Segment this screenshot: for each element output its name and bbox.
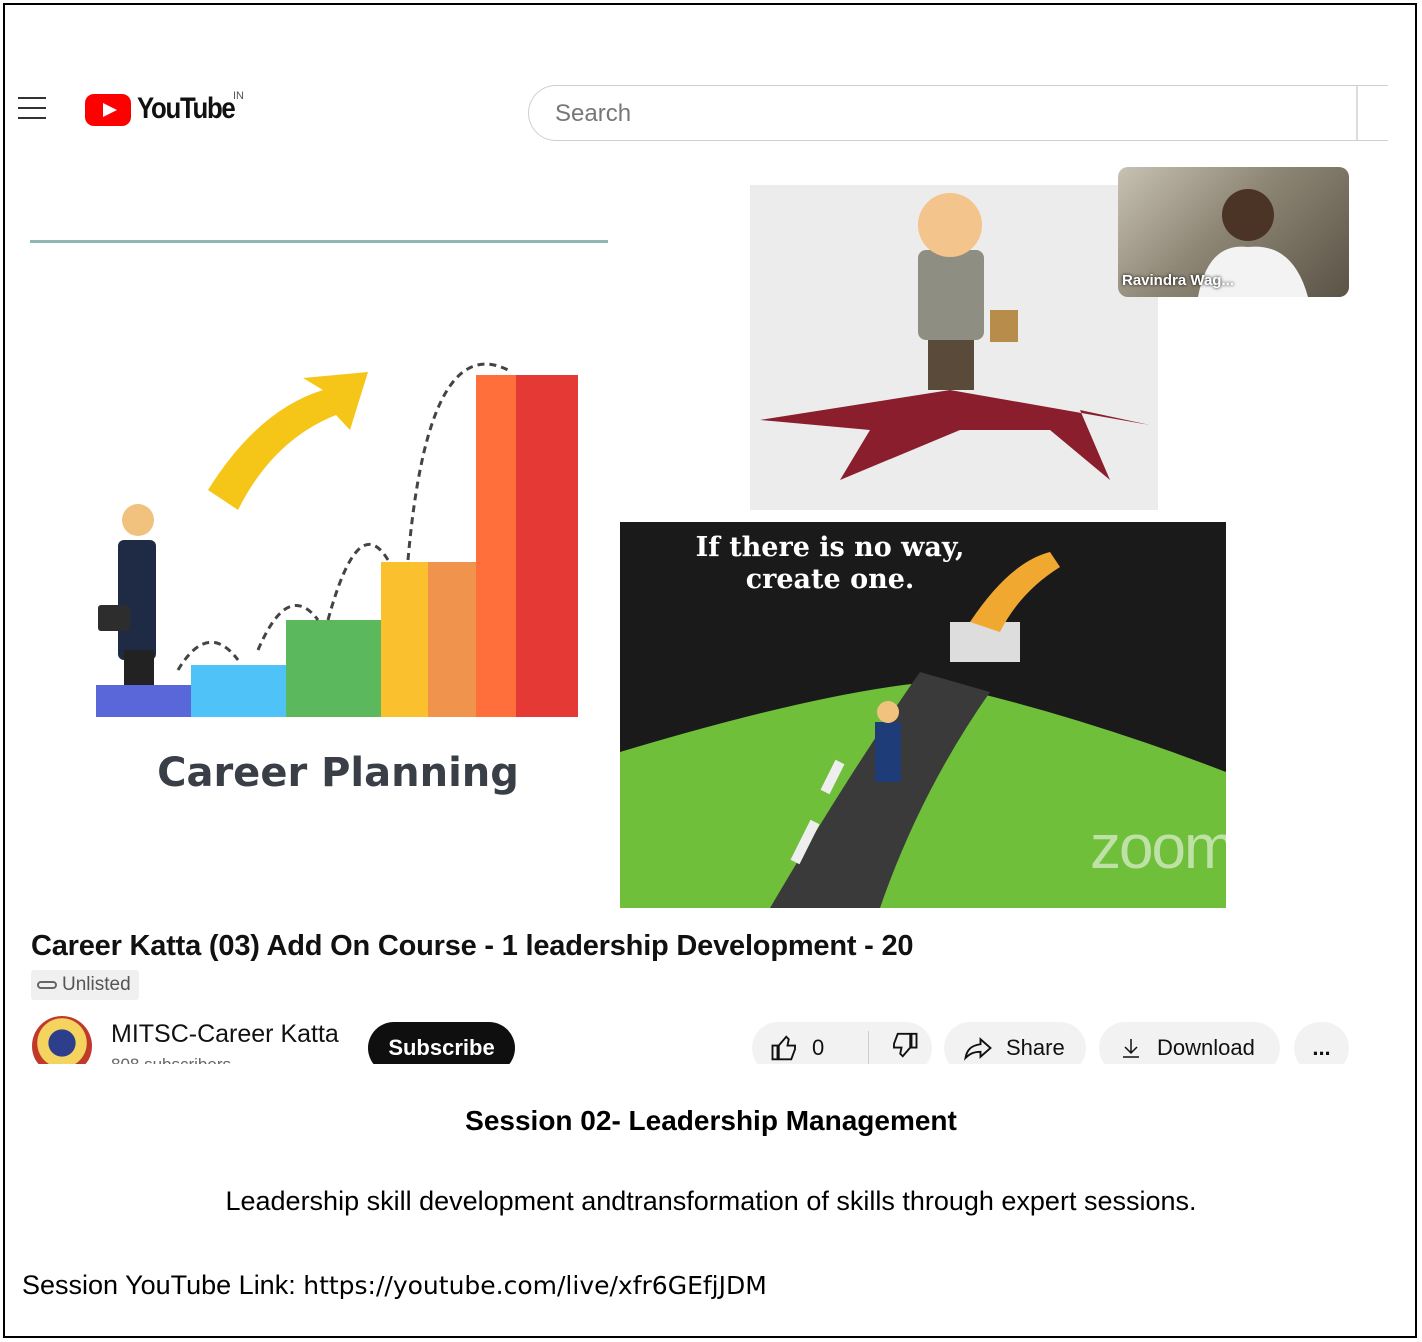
unlisted-badge: Unlisted [31, 970, 139, 1000]
zoom-watermark: zoom [1090, 813, 1226, 882]
step-5-front [476, 375, 516, 717]
share-label: Share [1006, 1035, 1065, 1060]
slide-rule [30, 240, 608, 243]
session-description: Leadership skill development andtransfor… [225, 1186, 1197, 1216]
thumbs-up-icon [771, 1035, 796, 1061]
session-link-label: Session YouTube Link: [22, 1270, 304, 1300]
quote-text: If there is no way, create one. [620, 532, 1040, 596]
crop-edge [18, 1064, 1388, 1082]
search-input[interactable] [553, 98, 1337, 130]
session-title: Session 02- Leadership Management [465, 1105, 957, 1136]
man-head [122, 504, 154, 536]
participant-name: Ravindra Wag... [1122, 272, 1234, 289]
quote-panel: If there is no way, create one. zoom [620, 522, 1226, 908]
search-divider [1356, 86, 1358, 140]
thumbs-down-icon [893, 1032, 918, 1058]
briefcase [990, 310, 1018, 342]
briefcase [98, 605, 130, 631]
career-planning-illustration [96, 362, 578, 717]
quote-line-1: If there is no way, [695, 532, 965, 563]
share-arrow-icon [964, 1037, 992, 1061]
yellow-arrow [208, 372, 368, 510]
link-icon [37, 981, 57, 989]
man-torso [918, 250, 984, 340]
menu-icon[interactable] [18, 97, 46, 121]
download-icon [1123, 1039, 1139, 1058]
participant-video[interactable]: Ravindra Wag... [1118, 167, 1349, 297]
step-3 [286, 620, 381, 717]
step-2 [191, 665, 286, 717]
channel-name[interactable]: MITSC-Career Katta [111, 1020, 339, 1049]
country-code: IN [233, 90, 244, 102]
search-box[interactable] [528, 85, 1388, 141]
like-button[interactable]: 0 [752, 1033, 868, 1063]
unlisted-label: Unlisted [62, 974, 131, 995]
slide-title: Career Planning [157, 750, 519, 796]
dislike-button[interactable] [869, 1030, 919, 1066]
download-label: Download [1157, 1035, 1255, 1060]
session-link-url[interactable]: https://youtube.com/live/xfr6GEfjJDM [303, 1271, 767, 1300]
man-body [118, 540, 156, 660]
session-link-line: Session YouTube Link: https://youtube.co… [22, 1270, 767, 1301]
video-title: Career Katta (03) Add On Course - 1 lead… [31, 930, 914, 962]
man-legs [124, 650, 154, 685]
step-4b [428, 562, 476, 717]
youtube-wordmark: YouTube [137, 92, 236, 125]
quote-line-2: create one. [745, 564, 915, 595]
crossroads-illustration [750, 185, 1158, 510]
step-1 [96, 685, 191, 717]
youtube-play-icon [85, 94, 131, 126]
man-head [918, 193, 982, 257]
video-player[interactable]: Career Planning Ravindra Wag... If there… [18, 160, 1388, 915]
like-count: 0 [812, 1035, 825, 1060]
